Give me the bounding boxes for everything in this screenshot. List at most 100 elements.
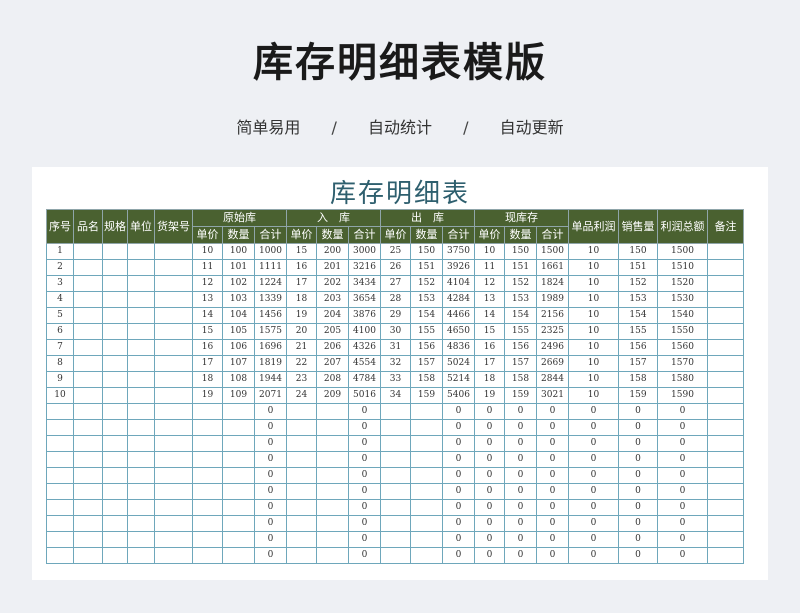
table-cell[interactable]: 4554 xyxy=(348,355,381,372)
table-cell[interactable]: 0 xyxy=(568,467,619,484)
table-cell[interactable]: 0 xyxy=(442,435,475,452)
table-cell[interactable] xyxy=(410,403,443,420)
table-cell[interactable]: 158 xyxy=(618,371,658,388)
table-cell[interactable]: 153 xyxy=(504,291,537,308)
table-cell[interactable] xyxy=(154,499,193,516)
table-cell[interactable]: 151 xyxy=(504,259,537,276)
table-cell[interactable]: 0 xyxy=(348,435,381,452)
table-cell[interactable] xyxy=(154,451,193,468)
table-cell[interactable]: 1540 xyxy=(657,307,708,324)
table-cell[interactable]: 17 xyxy=(192,355,223,372)
table-cell[interactable]: 1550 xyxy=(657,323,708,340)
table-cell[interactable]: 13 xyxy=(474,291,505,308)
table-cell[interactable] xyxy=(707,403,744,420)
table-cell[interactable]: 104 xyxy=(222,307,255,324)
table-cell[interactable]: 22 xyxy=(286,355,317,372)
table-cell[interactable]: 152 xyxy=(504,275,537,292)
table-cell[interactable]: 0 xyxy=(657,451,708,468)
table-cell[interactable]: 1 xyxy=(46,243,74,260)
table-cell[interactable]: 156 xyxy=(410,339,443,356)
table-cell[interactable]: 0 xyxy=(657,467,708,484)
table-cell[interactable] xyxy=(102,275,128,292)
table-cell[interactable] xyxy=(102,467,128,484)
table-cell[interactable] xyxy=(154,339,193,356)
table-cell[interactable]: 10 xyxy=(568,259,619,276)
table-cell[interactable] xyxy=(73,339,103,356)
table-cell[interactable]: 1590 xyxy=(657,387,708,404)
table-cell[interactable]: 3000 xyxy=(348,243,381,260)
table-cell[interactable]: 0 xyxy=(442,531,475,548)
table-cell[interactable] xyxy=(127,403,155,420)
table-cell[interactable] xyxy=(73,435,103,452)
table-cell[interactable] xyxy=(380,435,411,452)
table-cell[interactable] xyxy=(127,515,155,532)
table-cell[interactable]: 108 xyxy=(222,371,255,388)
table-cell[interactable] xyxy=(127,483,155,500)
table-cell[interactable]: 3876 xyxy=(348,307,381,324)
table-cell[interactable] xyxy=(46,419,74,436)
table-cell[interactable] xyxy=(707,435,744,452)
table-cell[interactable]: 0 xyxy=(536,419,569,436)
table-cell[interactable]: 0 xyxy=(536,403,569,420)
table-cell[interactable]: 27 xyxy=(380,275,411,292)
table-cell[interactable] xyxy=(222,435,255,452)
table-cell[interactable] xyxy=(102,515,128,532)
table-cell[interactable] xyxy=(127,355,155,372)
table-cell[interactable]: 155 xyxy=(618,323,658,340)
table-cell[interactable]: 156 xyxy=(504,339,537,356)
table-cell[interactable] xyxy=(46,467,74,484)
table-cell[interactable] xyxy=(102,435,128,452)
table-cell[interactable] xyxy=(154,291,193,308)
table-cell[interactable] xyxy=(73,275,103,292)
table-cell[interactable] xyxy=(380,531,411,548)
table-cell[interactable] xyxy=(127,547,155,564)
table-cell[interactable] xyxy=(154,307,193,324)
table-cell[interactable] xyxy=(707,323,744,340)
table-cell[interactable]: 0 xyxy=(568,419,619,436)
table-cell[interactable] xyxy=(410,451,443,468)
table-cell[interactable]: 0 xyxy=(536,435,569,452)
table-cell[interactable]: 4 xyxy=(46,291,74,308)
table-cell[interactable]: 24 xyxy=(286,387,317,404)
table-cell[interactable] xyxy=(316,531,349,548)
table-cell[interactable] xyxy=(707,275,744,292)
table-cell[interactable] xyxy=(192,451,223,468)
table-cell[interactable] xyxy=(316,467,349,484)
table-cell[interactable] xyxy=(286,515,317,532)
table-cell[interactable]: 0 xyxy=(474,515,505,532)
table-cell[interactable] xyxy=(73,419,103,436)
table-cell[interactable]: 0 xyxy=(504,483,537,500)
table-cell[interactable]: 0 xyxy=(504,547,537,564)
table-cell[interactable]: 0 xyxy=(474,435,505,452)
table-cell[interactable]: 2071 xyxy=(254,387,287,404)
table-cell[interactable]: 100 xyxy=(222,243,255,260)
table-cell[interactable]: 154 xyxy=(504,307,537,324)
table-cell[interactable] xyxy=(102,387,128,404)
table-cell[interactable] xyxy=(286,467,317,484)
table-cell[interactable]: 0 xyxy=(254,515,287,532)
table-cell[interactable]: 206 xyxy=(316,339,349,356)
table-cell[interactable] xyxy=(707,515,744,532)
table-cell[interactable] xyxy=(707,387,744,404)
table-cell[interactable] xyxy=(286,483,317,500)
table-cell[interactable] xyxy=(73,243,103,260)
table-cell[interactable]: 5406 xyxy=(442,387,475,404)
table-cell[interactable]: 102 xyxy=(222,275,255,292)
table-cell[interactable]: 14 xyxy=(474,307,505,324)
table-cell[interactable] xyxy=(102,547,128,564)
table-cell[interactable]: 0 xyxy=(442,515,475,532)
table-cell[interactable] xyxy=(707,499,744,516)
table-cell[interactable]: 0 xyxy=(536,499,569,516)
table-cell[interactable]: 106 xyxy=(222,339,255,356)
table-cell[interactable]: 0 xyxy=(568,515,619,532)
table-cell[interactable]: 25 xyxy=(380,243,411,260)
table-cell[interactable] xyxy=(707,355,744,372)
table-cell[interactable]: 0 xyxy=(568,451,619,468)
table-cell[interactable]: 0 xyxy=(536,467,569,484)
table-cell[interactable]: 4284 xyxy=(442,291,475,308)
table-cell[interactable]: 10 xyxy=(568,291,619,308)
table-cell[interactable]: 200 xyxy=(316,243,349,260)
table-cell[interactable]: 208 xyxy=(316,371,349,388)
table-cell[interactable]: 0 xyxy=(474,547,505,564)
table-cell[interactable]: 0 xyxy=(474,483,505,500)
